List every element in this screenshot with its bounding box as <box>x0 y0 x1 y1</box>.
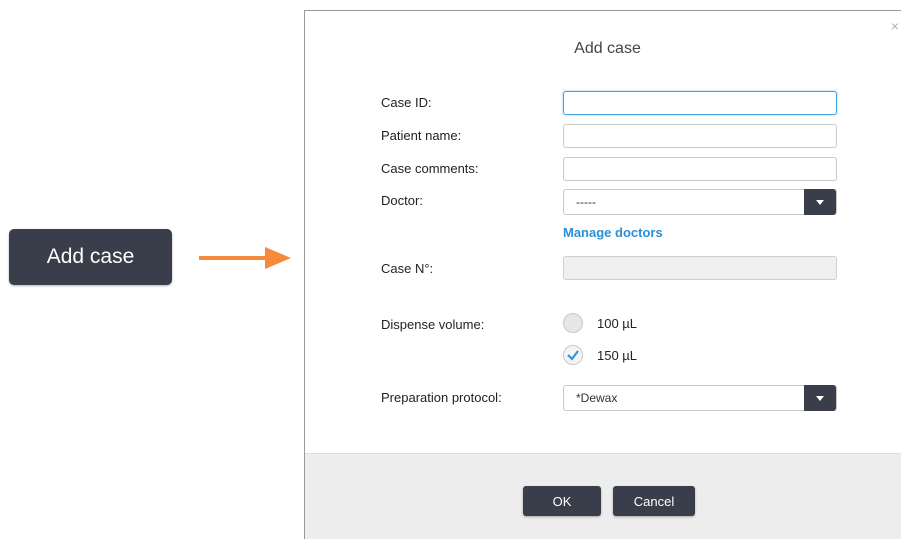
ok-button[interactable]: OK <box>523 486 601 516</box>
preparation-protocol-dropdown-toggle[interactable] <box>804 385 836 411</box>
dialog-footer: OK Cancel <box>305 453 901 539</box>
doctor-select-value: ----- <box>576 195 596 209</box>
case-comments-label: Case comments: <box>381 161 479 176</box>
case-no-label: Case N°: <box>381 261 434 276</box>
checkmark-icon <box>567 350 579 361</box>
dispense-volume-option-label: 100 µL <box>597 315 638 331</box>
dialog-title: Add case <box>574 40 641 57</box>
add-case-dialog: × Add case Case ID: Patient name: Case c… <box>304 10 901 539</box>
dispense-volume-label: Dispense volume: <box>381 317 485 332</box>
doctor-dropdown-toggle[interactable] <box>804 189 836 215</box>
arrow-right-icon <box>199 247 291 269</box>
case-id-input[interactable] <box>563 91 837 115</box>
radio-checked-icon[interactable] <box>563 345 583 365</box>
manage-doctors-link[interactable]: Manage doctors <box>563 225 663 240</box>
chevron-down-icon <box>816 395 824 401</box>
preparation-protocol-select[interactable]: *Dewax <box>563 385 837 411</box>
cancel-button[interactable]: Cancel <box>613 486 695 516</box>
preparation-protocol-label: Preparation protocol: <box>381 390 502 405</box>
dispense-volume-option-150[interactable]: 150 µL <box>563 345 637 365</box>
close-icon[interactable]: × <box>891 19 899 33</box>
dispense-volume-option-100[interactable]: 100 µL <box>563 313 637 333</box>
case-id-label: Case ID: <box>381 95 432 110</box>
case-comments-input[interactable] <box>563 157 837 181</box>
preparation-protocol-value: *Dewax <box>576 391 618 405</box>
radio-unchecked-icon[interactable] <box>563 313 583 333</box>
patient-name-input[interactable] <box>563 124 837 148</box>
doctor-label: Doctor: <box>381 193 423 208</box>
doctor-select[interactable]: ----- <box>563 189 837 215</box>
dispense-volume-option-label: 150 µL <box>597 347 638 363</box>
screenshot-canvas: Add case × Add case Case ID: Patient nam… <box>0 0 901 539</box>
add-case-button[interactable]: Add case <box>9 229 172 285</box>
case-no-input <box>563 256 837 280</box>
chevron-down-icon <box>816 199 824 205</box>
patient-name-label: Patient name: <box>381 128 462 143</box>
